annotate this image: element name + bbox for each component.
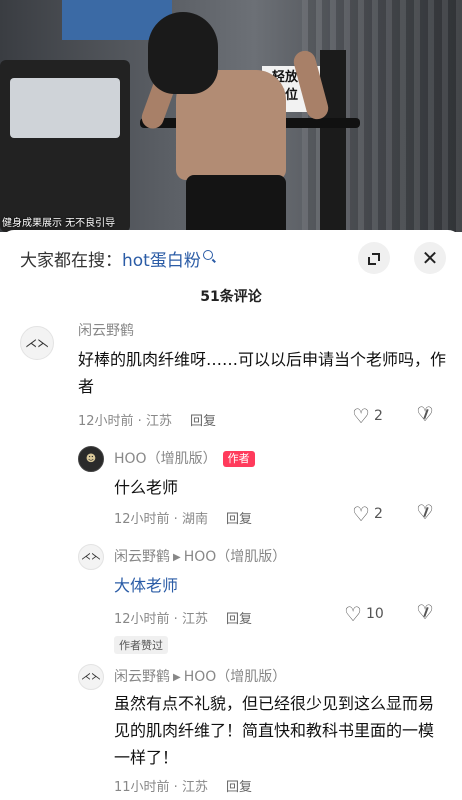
comment-text: 大体老师 bbox=[114, 576, 179, 595]
comment-time: 12小时前 · 湖南 bbox=[114, 512, 208, 527]
like-button[interactable]: ♡ 10 bbox=[344, 602, 384, 626]
search-prefix: 大家都在搜： bbox=[20, 251, 122, 271]
like-button[interactable]: ♡ 2 bbox=[352, 404, 383, 428]
comment-meta: 11小时前 · 江苏 回复 bbox=[114, 776, 252, 795]
video-person-head bbox=[148, 12, 218, 94]
avatar[interactable]: ⋌⋋ bbox=[78, 664, 104, 690]
like-count: 2 bbox=[373, 408, 383, 424]
comment-meta: 12小时前 · 江苏 回复 bbox=[114, 608, 252, 627]
search-suggestion[interactable]: 大家都在搜：hot蛋白粉 bbox=[20, 246, 213, 271]
reply-to-username: HOO（增肌版） bbox=[183, 549, 287, 565]
heart-icon: ♡ bbox=[352, 502, 370, 526]
comment-username[interactable]: 闲云野鹤 ▶ HOO（增肌版） bbox=[114, 666, 286, 686]
comment-item: ⋌⋋ 闲云野鹤▶HOO（增肌版） 大体老师 12小时前 · 江苏 回复 ♡10 作… bbox=[0, 542, 462, 654]
comment-time: 12小时前 · 江苏 bbox=[114, 612, 208, 627]
dislike-button[interactable] bbox=[416, 402, 436, 429]
broken-heart-icon bbox=[416, 500, 436, 524]
comment-meta: 12小时前 · 江苏 回复 bbox=[78, 410, 216, 429]
search-term-link[interactable]: hot蛋白粉 bbox=[122, 251, 201, 271]
bird-icon: ⋌⋋ bbox=[25, 336, 49, 350]
comment-count: 51条评论 bbox=[200, 289, 262, 305]
heart-icon: ♡ bbox=[344, 602, 362, 626]
dislike-button[interactable] bbox=[416, 600, 436, 627]
comment-username-text: HOO（增肌版） bbox=[114, 451, 217, 467]
comments-sheet: 大家都在搜：hot蛋白粉 ✕ 51条评论 ⋌⋋ 闲云野鹤 好棒的肌肉纤维呀……可… bbox=[0, 230, 462, 800]
reply-button[interactable]: 回复 bbox=[190, 414, 216, 429]
broken-heart-icon bbox=[416, 402, 436, 426]
reply-arrow-icon: ▶ bbox=[173, 552, 181, 563]
video-person-pants bbox=[186, 175, 286, 232]
comment-item: ⋌⋋ 闲云野鹤 ▶ HOO（增肌版） 虽然有点不礼貌，但已经很少见到这么显而易见的肌… bbox=[0, 662, 462, 800]
reply-button[interactable]: 回复 bbox=[226, 612, 252, 627]
heart-icon: ♡ bbox=[352, 404, 370, 428]
bird-icon: ⋌⋋ bbox=[81, 671, 101, 683]
expand-button[interactable] bbox=[358, 242, 390, 274]
video-caption: 健身成果展示 无不良引导 bbox=[2, 218, 116, 229]
avatar[interactable]: ⋌⋋ bbox=[78, 544, 104, 570]
video-preview[interactable]: 轻放归位 健身成果展示 无不良引导 bbox=[0, 0, 462, 232]
like-button[interactable]: ♡ 2 bbox=[352, 502, 383, 526]
close-icon: ✕ bbox=[421, 246, 439, 270]
comment-username-text: 闲云野鹤 bbox=[114, 669, 170, 685]
author-liked-badge: 作者赞过 bbox=[114, 636, 168, 654]
comment-time: 12小时前 · 江苏 bbox=[78, 414, 172, 429]
comment-item: ⋌⋋ 闲云野鹤 好棒的肌肉纤维呀……可以以后申请当个老师吗，作者 12小时前 ·… bbox=[0, 320, 462, 430]
video-rack-frame bbox=[320, 50, 346, 232]
comment-text: 什么老师 bbox=[114, 478, 179, 497]
reply-button[interactable]: 回复 bbox=[226, 780, 252, 795]
search-icon bbox=[202, 250, 213, 260]
comment-item: ☻ HOO（增肌版） 作者 什么老师 12小时前 · 湖南 回复 ♡ 2 bbox=[0, 444, 462, 534]
like-count: 2 bbox=[373, 506, 383, 522]
close-button[interactable]: ✕ bbox=[414, 242, 446, 274]
avatar[interactable]: ⋌⋋ bbox=[20, 326, 54, 360]
comment-text: 虽然有点不礼貌，但已经很少见到这么显而易见的肌肉纤维了！简直快和教科书里面的一模… bbox=[114, 694, 435, 767]
comment-username-text: 闲云野鹤 bbox=[114, 549, 170, 565]
comment-username[interactable]: 闲云野鹤 bbox=[78, 320, 134, 340]
comment-meta: 12小时前 · 湖南 回复 bbox=[114, 508, 252, 527]
author-badge: 作者 bbox=[222, 451, 255, 467]
broken-heart-icon bbox=[416, 600, 436, 624]
expand-icon bbox=[368, 253, 380, 265]
like-count: 10 bbox=[365, 606, 384, 622]
reply-arrow-icon: ▶ bbox=[173, 672, 181, 683]
comment-time: 11小时前 · 江苏 bbox=[114, 780, 208, 795]
comment-username[interactable]: 闲云野鹤 ▶ HOO（增肌版） bbox=[114, 546, 286, 566]
video-gym-machine bbox=[0, 60, 130, 232]
bird-icon: ⋌⋋ bbox=[81, 551, 101, 563]
comment-username[interactable]: HOO（增肌版） 作者 bbox=[114, 448, 255, 468]
comment-text: 好棒的肌肉纤维呀……可以以后申请当个老师吗，作者 bbox=[78, 350, 447, 396]
reply-to-username: HOO（增肌版） bbox=[183, 669, 287, 685]
dislike-button[interactable] bbox=[416, 500, 436, 527]
avatar-figure-icon: ☻ bbox=[85, 453, 97, 465]
reply-button[interactable]: 回复 bbox=[226, 512, 252, 527]
avatar[interactable]: ☻ bbox=[78, 446, 104, 472]
